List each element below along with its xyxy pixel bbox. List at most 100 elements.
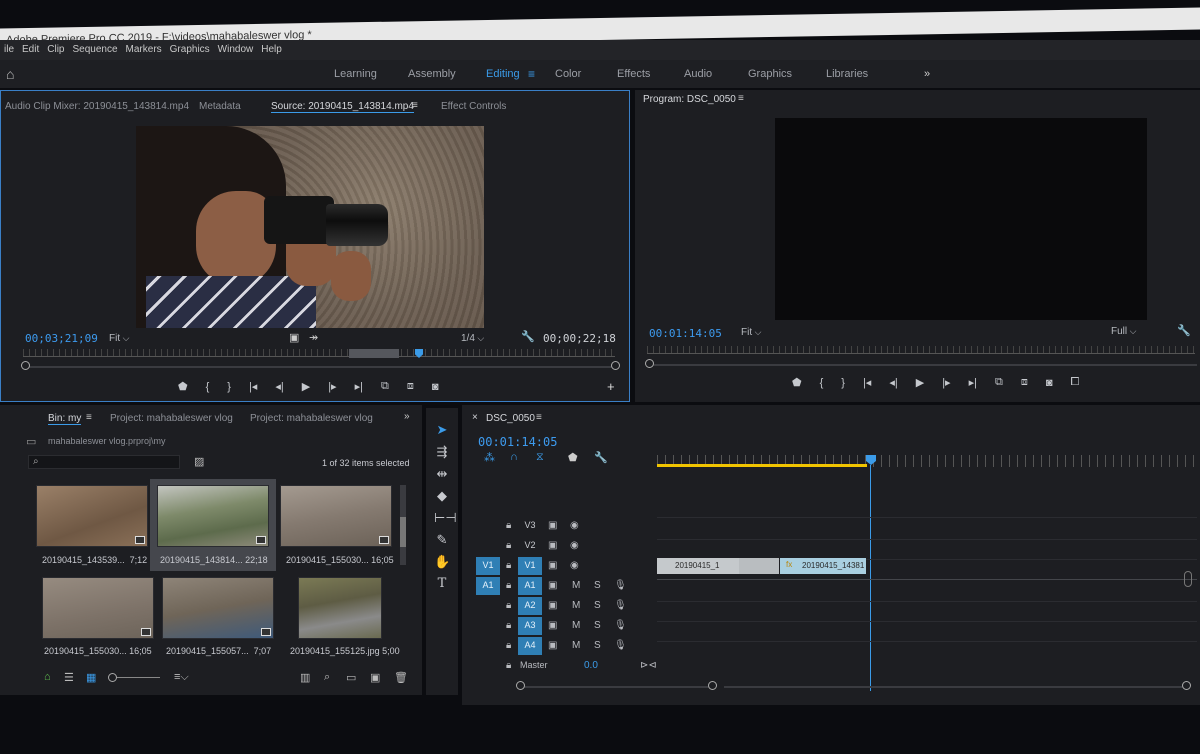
track-lock-icon[interactable]: 🔒︎ xyxy=(506,660,511,671)
menu-clip[interactable]: Clip xyxy=(47,44,64,56)
timeline-header-scrollbar[interactable] xyxy=(522,686,712,688)
source-resolution-dropdown[interactable]: 1/4 xyxy=(461,333,484,344)
menu-file[interactable]: ile xyxy=(4,44,14,56)
program-mark-in-icon[interactable]: { xyxy=(820,377,824,389)
solo-button[interactable]: S xyxy=(594,600,601,611)
bin-item-thumbnail[interactable] xyxy=(298,577,382,639)
menu-edit[interactable]: Edit xyxy=(22,44,39,56)
program-fit-dropdown[interactable]: Fit xyxy=(741,327,761,338)
workspace-assembly[interactable]: Assembly xyxy=(408,68,456,80)
home-icon[interactable]: ⌂ xyxy=(6,66,20,82)
trash-icon[interactable]: 🗑 xyxy=(394,671,408,684)
source-patch-v1[interactable]: V1 xyxy=(476,557,500,575)
menu-window[interactable]: Window xyxy=(218,44,254,56)
workspace-editing[interactable]: Editing xyxy=(486,68,520,80)
lock-icon[interactable]: ⌂ xyxy=(44,671,51,683)
source-zoom-bar[interactable] xyxy=(27,366,613,368)
program-step-forward-icon[interactable]: |▸ xyxy=(942,376,950,389)
source-timecode-current[interactable]: 00;03;21;09 xyxy=(25,332,98,345)
microphone-icon[interactable]: 🎙︎ xyxy=(614,600,627,611)
program-title[interactable]: Program: DSC_0050 xyxy=(643,94,736,105)
timeline-header-scroll-left[interactable] xyxy=(516,681,525,690)
sync-lock-icon[interactable]: ▣ xyxy=(548,560,557,571)
tab-bin-my[interactable]: Bin: my xyxy=(48,413,82,425)
overwrite-icon[interactable]: ⧈ xyxy=(407,380,414,393)
track-lock-icon[interactable]: 🔒︎ xyxy=(506,540,511,551)
workspace-color[interactable]: Color xyxy=(555,68,581,80)
go-to-out-icon[interactable]: ▸| xyxy=(355,380,363,393)
add-marker-icon[interactable]: ⬟ xyxy=(178,380,188,393)
workspace-libraries[interactable]: Libraries xyxy=(826,68,868,80)
slip-tool-icon[interactable]: ⊢⊣ xyxy=(434,510,457,526)
bin-item-thumbnail[interactable] xyxy=(36,485,148,547)
menu-graphics[interactable]: Graphics xyxy=(170,44,210,56)
program-settings-icon[interactable]: 🔧 xyxy=(1177,324,1191,337)
sync-lock-icon[interactable]: ▣ xyxy=(548,580,557,591)
sync-lock-icon[interactable]: ▣ xyxy=(548,600,557,611)
bin-item-label[interactable]: 20190415_143814... 22;18 xyxy=(160,555,268,565)
sequence-close-icon[interactable]: × xyxy=(472,412,478,423)
timeline-zoom-handle[interactable] xyxy=(1182,681,1191,690)
list-view-icon[interactable]: ☰ xyxy=(64,671,74,684)
sync-lock-icon[interactable]: ▣ xyxy=(548,520,557,531)
program-play-icon[interactable]: ▶ xyxy=(916,376,924,389)
program-time-ruler[interactable] xyxy=(647,346,1195,354)
solo-button[interactable]: S xyxy=(594,620,601,631)
track-label-a4[interactable]: A4 xyxy=(518,637,542,655)
automate-icon[interactable]: ▥ xyxy=(300,671,310,684)
program-zoom-handle-left[interactable] xyxy=(645,359,654,368)
hand-tool-icon[interactable]: ✋ xyxy=(434,554,450,570)
workspace-overflow-icon[interactable]: » xyxy=(924,68,930,80)
linked-selection-icon[interactable]: ⧖ xyxy=(536,451,544,464)
tab-project-2[interactable]: Project: mahabaleswer vlog xyxy=(250,413,373,424)
sync-lock-icon[interactable]: ▣ xyxy=(548,640,557,651)
insert-marker-icon[interactable]: ▣ xyxy=(289,331,299,344)
work-area-bar[interactable] xyxy=(657,464,867,467)
step-forward-icon[interactable]: |▸ xyxy=(328,380,336,393)
icon-view-icon[interactable]: ▦ xyxy=(86,671,96,684)
program-export-frame-icon[interactable]: ◙ xyxy=(1046,377,1053,389)
bin-item-thumbnail[interactable] xyxy=(280,485,392,547)
bin-item-thumbnail[interactable] xyxy=(42,577,154,639)
go-to-in-icon[interactable]: |◂ xyxy=(249,380,257,393)
bin-item-label[interactable]: 20190415_155030... 16;05 xyxy=(44,646,152,656)
play-icon[interactable]: ▶ xyxy=(302,380,310,393)
extract-icon[interactable]: ⧈ xyxy=(1021,376,1028,389)
tab-menu-icon[interactable]: ≡ xyxy=(412,100,418,111)
drag-video-icon[interactable]: ↠ xyxy=(309,331,318,344)
workspace-audio[interactable]: Audio xyxy=(684,68,712,80)
eye-icon[interactable]: ◉ xyxy=(570,540,579,551)
timeline-clip[interactable] xyxy=(739,558,779,574)
sync-lock-icon[interactable]: ▣ xyxy=(548,620,557,631)
timeline-vertical-scroll[interactable] xyxy=(1184,571,1192,587)
compare-view-icon[interactable]: ⧠ xyxy=(1070,376,1079,389)
program-zoom-bar[interactable] xyxy=(651,364,1197,366)
mute-button[interactable]: M xyxy=(572,580,580,591)
program-go-to-in-icon[interactable]: |◂ xyxy=(863,376,871,389)
program-menu-icon[interactable]: ≡ xyxy=(738,93,744,104)
razor-tool-icon[interactable]: ◆ xyxy=(434,488,450,504)
microphone-icon[interactable]: 🎙︎ xyxy=(614,580,627,591)
thumbnail-size-handle[interactable] xyxy=(108,673,117,682)
type-tool-icon[interactable]: T xyxy=(434,576,450,592)
workspace-learning[interactable]: Learning xyxy=(334,68,377,80)
bin-scrollbar[interactable] xyxy=(400,485,406,565)
eye-icon[interactable]: ◉ xyxy=(570,520,579,531)
microphone-icon[interactable]: 🎙︎ xyxy=(614,620,627,631)
nest-icon[interactable]: ⁂ xyxy=(484,451,495,464)
track-label-a1[interactable]: A1 xyxy=(518,577,542,595)
bin-item-thumbnail[interactable] xyxy=(162,577,274,639)
track-lock-icon[interactable]: 🔒︎ xyxy=(506,620,511,631)
track-lock-icon[interactable]: 🔒︎ xyxy=(506,520,511,531)
timeline-clip[interactable]: 20190415_1 xyxy=(657,558,739,574)
source-zoom-handle-right[interactable] xyxy=(611,361,620,370)
step-back-icon[interactable]: ◂| xyxy=(275,380,283,393)
menu-help[interactable]: Help xyxy=(261,44,282,56)
tab-source[interactable]: Source: 20190415_143814.mp4 xyxy=(271,101,414,113)
timeline-clip-selected[interactable]: fx 20190415_14381 xyxy=(780,558,866,574)
source-zoom-handle-left[interactable] xyxy=(21,361,30,370)
thumbnail-size-slider[interactable] xyxy=(110,677,160,678)
selection-tool-icon[interactable]: ➤ xyxy=(434,422,450,438)
sync-lock-icon[interactable]: ▣ xyxy=(548,540,557,551)
mute-button[interactable]: M xyxy=(572,600,580,611)
